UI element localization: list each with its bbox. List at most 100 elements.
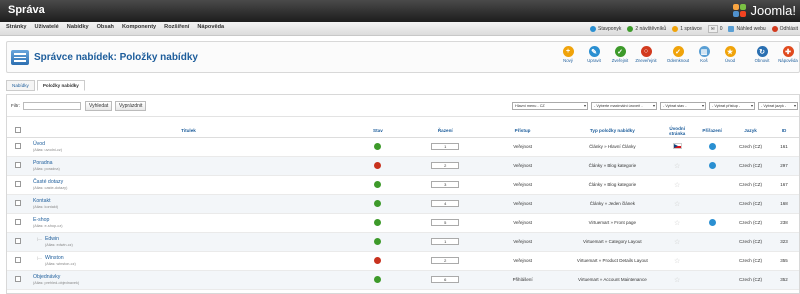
col-language[interactable]: Jazyk (732, 125, 769, 138)
row-checkbox[interactable] (14, 162, 21, 168)
site-status[interactable]: Stavponyk (590, 26, 621, 32)
default-star-icon[interactable]: ☆ (674, 258, 680, 265)
association-icon[interactable] (708, 218, 716, 226)
toolbar-button[interactable]: ★ Úvod (717, 44, 743, 63)
col-ordering[interactable]: Řazení (407, 125, 483, 138)
access-select[interactable]: - Vybrat přístup - (709, 102, 755, 110)
menu-select[interactable]: Hlavní menu - CZ (512, 102, 588, 110)
default-star-icon[interactable]: ☆ (674, 182, 680, 189)
unpublished-icon[interactable] (374, 256, 382, 264)
status-cell (348, 156, 408, 176)
association-icon[interactable] (708, 161, 716, 169)
toolbar-button[interactable]: ▥ Koš (691, 44, 717, 63)
item-title-link[interactable]: Edwin (45, 236, 348, 242)
item-title-link[interactable]: Poradna (33, 160, 348, 166)
toolbar-button[interactable]: ✓ Odemknout (665, 44, 691, 63)
joomla-logo[interactable]: Joomla! (733, 3, 796, 18)
search-button[interactable]: Vyhledat (85, 101, 113, 111)
published-icon[interactable] (374, 180, 382, 188)
col-association[interactable]: Přiřazení (692, 125, 733, 138)
tab-menu-items[interactable]: Položky nabídky (36, 80, 85, 91)
czech-flag-icon[interactable] (672, 143, 682, 149)
toolbar-button[interactable]: + Nový (555, 44, 581, 63)
ordering-input[interactable]: 2 (431, 162, 460, 169)
language-select[interactable]: - Vybrat jazyk - (758, 102, 798, 110)
published-icon[interactable] (374, 142, 382, 150)
visitors-label: 2 návštěvníků (635, 26, 667, 32)
home-cell: ☆ (662, 251, 693, 271)
main-menubar: Stránky Uživatelé Nabídky Obsah Komponenty Ro… (0, 22, 800, 36)
col-id[interactable]: ID (769, 125, 799, 138)
menu-item[interactable]: Stránky (6, 24, 27, 30)
row-checkbox[interactable] (14, 219, 21, 225)
default-star-icon[interactable]: ☆ (674, 163, 680, 170)
default-star-icon[interactable]: ☆ (674, 220, 680, 227)
tab-menus[interactable]: Nabídky (6, 80, 35, 91)
toolbar-button[interactable]: ↻ Obnovit (749, 44, 775, 63)
item-title-link[interactable]: Časté dotazy (33, 179, 348, 185)
ordering-cell: 1 (407, 232, 483, 252)
messages-status[interactable]: ✉ 0 (707, 25, 722, 33)
view-site-link[interactable]: Náhled webu (728, 26, 766, 32)
row-checkbox[interactable] (14, 257, 21, 263)
state-select[interactable]: - Vybrat stav - (660, 102, 706, 110)
toolbar-button[interactable]: ✚ Nápověda (775, 44, 800, 63)
ordering-input[interactable]: 1 (431, 143, 460, 150)
row-checkbox[interactable] (14, 276, 21, 282)
help-icon: ✚ (782, 46, 794, 57)
toolbar-button-label: Úvod (724, 58, 736, 63)
item-title-link[interactable]: E-shop (33, 217, 348, 223)
item-alias: (Alias: uvodni-cz) (32, 148, 63, 152)
language-cell: Czech (CZ) (732, 175, 769, 195)
item-title-link[interactable]: Winston (45, 255, 348, 261)
default-star-icon[interactable]: ☆ (674, 277, 680, 284)
row-checkbox[interactable] (14, 238, 21, 244)
association-icon[interactable] (708, 142, 716, 150)
menu-item[interactable]: Komponenty (122, 24, 156, 30)
item-alias: (Alias: caste-dotazy) (32, 186, 68, 190)
toolbar-button[interactable]: ○ Zneveřejnit (633, 44, 659, 63)
menu-item[interactable]: Obsah (97, 24, 114, 30)
item-title-link[interactable]: Kontakt (33, 198, 348, 204)
col-home[interactable]: Úvodní stránka (662, 125, 693, 138)
logout-link[interactable]: Odhlásit (771, 26, 798, 32)
menu-manager-icon (11, 50, 29, 65)
ordering-input[interactable]: 2 (431, 257, 460, 264)
col-type[interactable]: Typ položky nabídky (562, 125, 663, 138)
ordering-input[interactable]: 3 (431, 181, 460, 188)
col-title[interactable]: Titulek (28, 125, 348, 138)
row-checkbox[interactable] (14, 143, 21, 149)
col-status[interactable]: Stav (348, 125, 408, 138)
row-checkbox[interactable] (14, 200, 21, 206)
menu-item[interactable]: Nabídky (67, 24, 89, 30)
filter-search-input[interactable] (23, 102, 81, 110)
type-cell: Virtuemart » Product Details Layout (562, 251, 663, 271)
toolbar-button[interactable]: ✓ Zveřejnit (607, 44, 633, 63)
published-icon[interactable] (374, 275, 382, 283)
unpublished-icon[interactable] (374, 161, 382, 169)
menu-item[interactable]: Nápověda (197, 24, 224, 30)
item-title-link[interactable]: Úvod (33, 141, 348, 147)
level-select[interactable]: - Vyberte maximální úroveň - (591, 102, 657, 110)
item-title-link[interactable]: Objednávky (33, 274, 348, 280)
row-checkbox[interactable] (14, 181, 21, 187)
ordering-input[interactable]: 4 (431, 200, 460, 207)
toolbar-button[interactable]: ✎ Upravit (581, 44, 607, 63)
col-access[interactable]: Přístup (482, 125, 563, 138)
ordering-input[interactable]: 6 (431, 276, 460, 283)
menu-item[interactable]: Rozšíření (164, 24, 189, 30)
clear-button[interactable]: Vyprázdnit (115, 101, 147, 111)
menu-item[interactable]: Uživatelé (35, 24, 59, 30)
home-icon: ★ (724, 46, 736, 57)
published-icon[interactable] (374, 237, 382, 245)
published-icon[interactable] (374, 218, 382, 226)
association-cell (692, 194, 733, 214)
id-cell: 355 (769, 251, 799, 271)
select-all-checkbox[interactable] (14, 127, 21, 134)
default-star-icon[interactable]: ☆ (674, 239, 680, 246)
published-icon[interactable] (374, 199, 382, 207)
row-select-cell (7, 194, 29, 214)
default-star-icon[interactable]: ☆ (674, 201, 680, 208)
ordering-input[interactable]: 5 (431, 219, 460, 226)
ordering-input[interactable]: 1 (431, 238, 460, 245)
